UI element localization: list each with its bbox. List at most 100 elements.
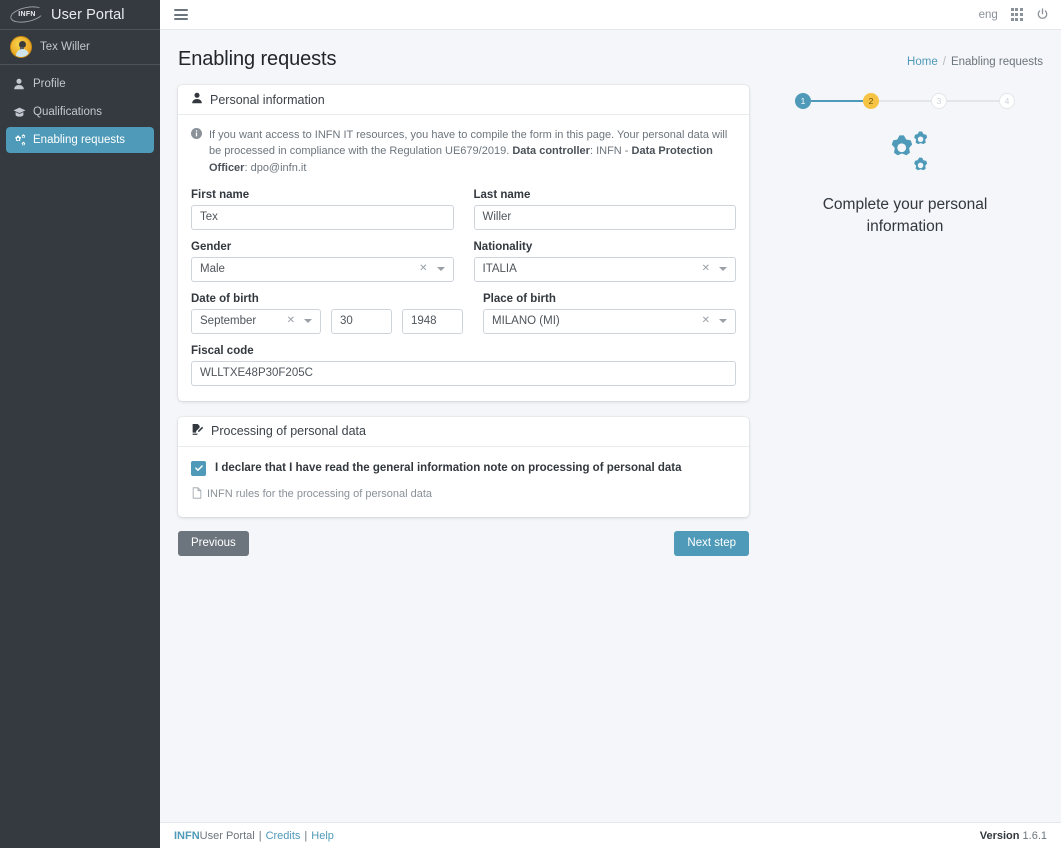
- sidebar-item-label: Qualifications: [33, 106, 103, 118]
- page-title: Enabling requests: [178, 48, 337, 70]
- declaration-checkbox[interactable]: [191, 460, 206, 476]
- card-header-personal-information: Personal information: [178, 85, 749, 115]
- birth-year-input[interactable]: 1948: [402, 308, 463, 334]
- chevron-down-icon[interactable]: [719, 319, 727, 324]
- sidebar-item-label: Enabling requests: [33, 134, 126, 146]
- wizard-connector-3: [947, 100, 999, 102]
- hamburger-icon[interactable]: [174, 9, 188, 20]
- content-row: Personal information If you want access …: [178, 85, 1043, 557]
- footer-portal: User Portal: [199, 829, 255, 842]
- footer-help-link[interactable]: Help: [311, 830, 334, 842]
- sidebar-item-qualifications[interactable]: Qualifications: [6, 99, 154, 125]
- infn-logo-text: INFN: [18, 11, 36, 18]
- graduation-cap-icon: [12, 106, 26, 119]
- footer-brand: INFN: [174, 829, 200, 842]
- gender-label: Gender: [191, 240, 232, 253]
- info-circle-icon: [191, 127, 202, 176]
- sidebar-brand[interactable]: INFN User Portal: [0, 0, 160, 30]
- sidebar-item-label: Profile: [33, 78, 66, 90]
- privacy-rules-link-text: INFN rules for the processing of persona…: [207, 488, 433, 501]
- birth-day-input[interactable]: 30: [331, 308, 392, 334]
- power-icon[interactable]: [1036, 8, 1049, 21]
- language-switcher[interactable]: eng: [979, 9, 998, 21]
- clear-x-icon[interactable]: ✕: [702, 264, 710, 274]
- cogs-icon: [880, 131, 930, 180]
- wizard-step-2[interactable]: 2: [863, 93, 879, 109]
- sidebar-item-enabling-requests[interactable]: Enabling requests: [6, 127, 154, 153]
- footer-separator-2: |: [304, 829, 308, 842]
- nationality-group: Nationality ITALIA ✕: [473, 240, 736, 282]
- clear-x-icon[interactable]: ✕: [419, 264, 427, 274]
- wizard-stage-text: Complete your personal information: [822, 196, 988, 235]
- footer-version: Version 1.6.1: [980, 830, 1047, 842]
- topbar: eng: [160, 0, 1061, 30]
- breadcrumb-separator: /: [942, 56, 946, 68]
- declaration-label: I declare that I have read the general i…: [215, 462, 682, 475]
- footer-version-label: Version: [979, 829, 1020, 842]
- form-actions: Previous Next step: [178, 530, 749, 557]
- fiscal-code-group: Fiscal code WLLTXE48P30F205C: [191, 345, 736, 386]
- date-of-birth-label: Date of birth: [191, 292, 259, 305]
- topbar-actions: eng: [979, 8, 1049, 21]
- nationality-label: Nationality: [473, 240, 533, 253]
- footer-credits-link[interactable]: Credits: [266, 830, 301, 842]
- file-signature-icon: [191, 423, 204, 439]
- wizard-stepper: 1 2 3 4: [767, 93, 1043, 109]
- footer-version-number: 1.6.1: [1022, 829, 1047, 842]
- first-name-group: First name Tex: [191, 189, 454, 230]
- place-of-birth-select[interactable]: MILANO (MI) ✕: [483, 308, 736, 334]
- fiscal-code-input[interactable]: WLLTXE48P30F205C: [191, 360, 736, 386]
- wizard-column: 1 2 3 4 Complete your personal informati…: [767, 85, 1043, 237]
- birth-month-value: September: [200, 315, 257, 328]
- avatar: [10, 36, 32, 58]
- clear-x-icon[interactable]: ✕: [702, 316, 710, 326]
- place-of-birth-value: MILANO (MI): [492, 315, 560, 328]
- first-name-label: First name: [191, 188, 250, 201]
- wizard-step-1[interactable]: 1: [795, 93, 811, 109]
- gender-group: Gender Male ✕: [191, 241, 454, 282]
- chevron-down-icon[interactable]: [436, 267, 445, 272]
- date-of-birth-group: Date of birth September ✕ 30 1948: [191, 293, 463, 334]
- birth-row: Date of birth September ✕ 30 1948 Place …: [191, 293, 736, 345]
- breadcrumb: Home / Enabling requests: [907, 56, 1043, 68]
- birth-month-select[interactable]: September ✕: [191, 308, 321, 334]
- card-header-processing: Processing of personal data: [178, 417, 749, 447]
- gender-nationality-row: Gender Male ✕ Nationality ITALIA ✕: [191, 241, 736, 293]
- user-icon: [12, 78, 26, 90]
- sidebar: INFN User Portal Tex Willer Profile Qual…: [0, 0, 160, 848]
- processing-personal-data-body: I declare that I have read the general i…: [178, 447, 749, 517]
- notice-part-2: : INFN -: [589, 145, 632, 158]
- sidebar-item-profile[interactable]: Profile: [6, 71, 154, 97]
- breadcrumb-current: Enabling requests: [950, 56, 1043, 68]
- card-title: Processing of personal data: [211, 424, 366, 439]
- nationality-select[interactable]: ITALIA ✕: [473, 256, 736, 282]
- privacy-notice: If you want access to INFN IT resources,…: [191, 127, 736, 176]
- chevron-down-icon[interactable]: [304, 319, 312, 324]
- wizard-connector-2: [879, 100, 931, 102]
- apps-grid-icon[interactable]: [1010, 8, 1023, 21]
- sidebar-nav: Profile Qualifications Enabling requests: [0, 65, 160, 155]
- wizard-stage-icon-wrap: [767, 131, 1043, 180]
- previous-button[interactable]: Previous: [178, 530, 249, 557]
- card-title: Personal information: [210, 92, 325, 107]
- page-header: Enabling requests Home / Enabling reques…: [178, 30, 1043, 85]
- privacy-rules-link[interactable]: INFN rules for the processing of persona…: [191, 487, 736, 502]
- footer-separator-1: |: [258, 829, 262, 842]
- wizard-step-3[interactable]: 3: [931, 93, 947, 109]
- file-pdf-icon: [192, 487, 202, 502]
- user-icon: [191, 92, 203, 107]
- breadcrumb-home[interactable]: Home: [907, 56, 938, 68]
- last-name-input[interactable]: Willer: [473, 204, 736, 230]
- privacy-notice-text: If you want access to INFN IT resources,…: [209, 127, 736, 176]
- chevron-down-icon[interactable]: [719, 267, 727, 272]
- brand-title: User Portal: [51, 6, 125, 23]
- wizard-step-4[interactable]: 4: [999, 93, 1015, 109]
- clear-x-icon[interactable]: ✕: [287, 316, 295, 326]
- wizard-connector-1: [811, 100, 863, 102]
- first-name-input[interactable]: Tex: [191, 204, 454, 230]
- date-of-birth-inputs: September ✕ 30 1948: [191, 308, 463, 334]
- sidebar-user-name: Tex Willer: [40, 41, 90, 53]
- sidebar-user-panel[interactable]: Tex Willer: [0, 30, 160, 65]
- next-step-button[interactable]: Next step: [674, 530, 749, 557]
- gender-select[interactable]: Male ✕: [191, 256, 454, 282]
